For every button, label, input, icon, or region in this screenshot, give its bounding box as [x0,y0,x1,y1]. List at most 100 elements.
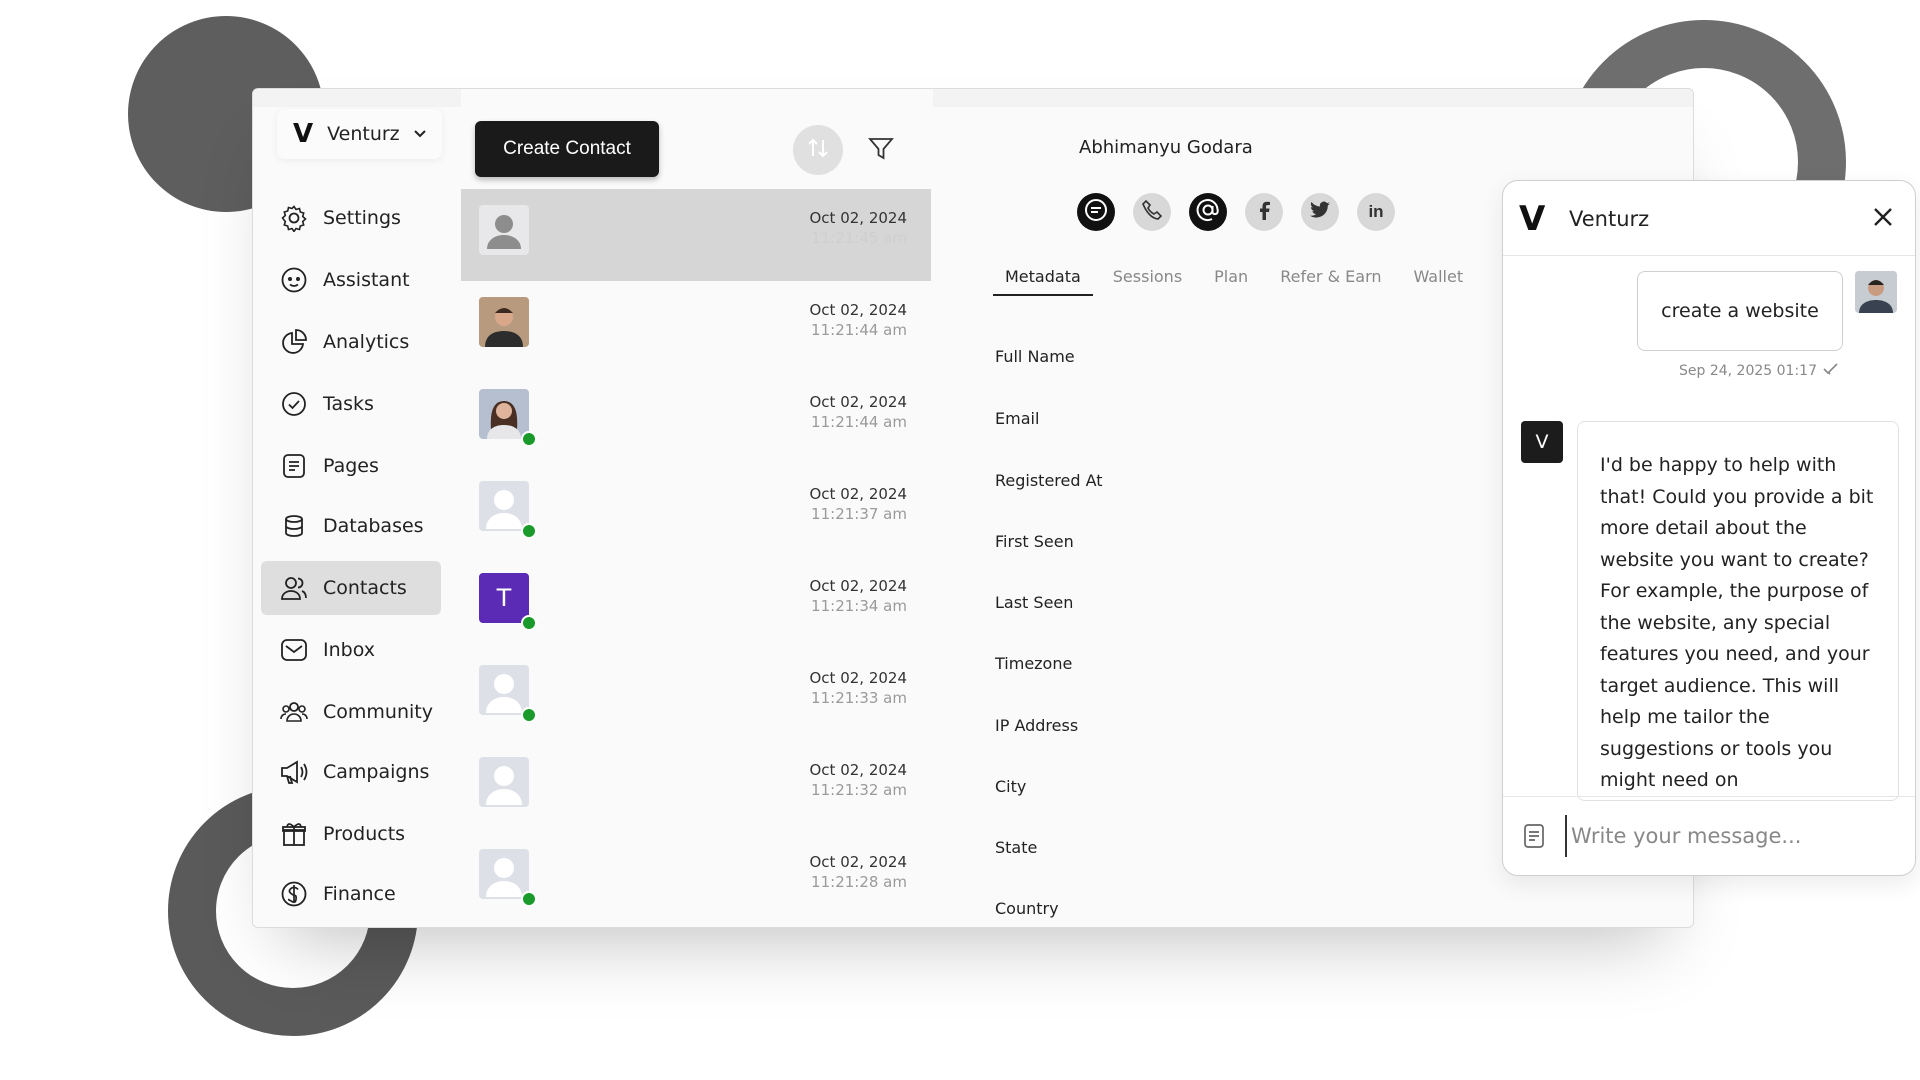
sidebar-item-tasks[interactable]: Tasks [261,377,441,431]
sidebar-item-contacts[interactable]: Contacts [261,561,441,615]
facebook-button[interactable] [1245,193,1283,231]
table-row[interactable]: Oct 02, 2024 11:21:28 am [461,833,931,925]
avatar [479,665,529,715]
sidebar-item-databases[interactable]: Databases [261,499,441,553]
sidebar-item-label: Databases [323,515,424,537]
row-date: Oct 02, 2024 [809,209,908,227]
row-date: Oct 02, 2024 [809,301,908,319]
brand-logo: V [1519,199,1546,239]
table-row[interactable]: Oct 02, 2024 11:21:32 am [461,741,931,833]
field-label: State [995,838,1038,857]
table-row[interactable]: Oct 02, 2024 11:21:44 am [461,373,931,465]
at-sign-icon [1195,197,1221,227]
row-time: 11:21:44 am [811,321,907,339]
row-time: 11:21:37 am [811,505,907,523]
sidebar-item-label: Pages [323,455,379,477]
row-date: Oct 02, 2024 [809,577,908,595]
avatar: T [479,573,529,623]
gear-icon [279,203,309,233]
avatar [479,297,529,347]
avatar [479,481,529,531]
sidebar-item-label: Community [323,701,433,723]
row-time: 11:21:45 am [811,229,907,247]
field-label: Country [995,899,1059,918]
tab-sessions[interactable]: Sessions [1101,259,1194,296]
field-label: IP Address [995,716,1079,735]
community-icon [279,697,309,727]
avatar [479,389,529,439]
sidebar-item-settings[interactable]: Settings [261,191,441,245]
sidebar-item-label: Assistant [323,269,410,291]
sidebar-item-analytics[interactable]: Analytics [261,315,441,369]
user-message: create a website [1637,271,1843,351]
chat-contact-button[interactable] [1077,193,1115,231]
row-date: Oct 02, 2024 [809,485,908,503]
app-window: V Venturz Settings Assistant Analytics T… [252,88,1694,928]
sidebar: V Venturz Settings Assistant Analytics T… [253,89,458,927]
message-timestamp: Sep 24, 2025 01:17 [1679,363,1839,379]
online-status-dot [521,431,537,447]
row-time: 11:21:28 am [811,873,907,891]
attachment-icon[interactable] [1519,821,1549,851]
chat-widget: V Venturz create a website Sep 24, 2025 … [1502,180,1916,876]
inbox-icon [279,635,309,665]
field-label: Last Seen [995,593,1074,612]
workspace-switcher[interactable]: V Venturz [277,109,442,159]
brand-logo: V [293,119,314,149]
avatar [479,849,529,899]
database-icon [279,511,309,541]
call-button[interactable] [1133,193,1171,231]
row-date: Oct 02, 2024 [809,669,908,687]
sidebar-item-label: Campaigns [323,761,430,783]
chat-bubble-icon [1083,197,1109,227]
message-input[interactable] [1565,815,1893,857]
tab-plan[interactable]: Plan [1202,259,1260,296]
twitter-button[interactable] [1301,193,1339,231]
sidebar-item-community[interactable]: Community [261,685,441,739]
table-row[interactable]: Oct 02, 2024 11:21:44 am [461,281,931,373]
table-row[interactable]: T Oct 02, 2024 11:21:34 am [461,557,931,649]
tab-refer-earn[interactable]: Refer & Earn [1268,259,1393,296]
sidebar-item-products[interactable]: Products [261,807,441,861]
gift-box-icon [279,819,309,849]
table-row[interactable]: Oct 02, 2024 11:21:45 am [461,189,931,281]
chat-composer [1503,796,1915,875]
field-label: First Seen [995,532,1074,551]
close-icon[interactable] [1869,203,1897,231]
email-button[interactable] [1189,193,1227,231]
bot-avatar: V [1521,421,1563,463]
sidebar-item-finance[interactable]: Finance [261,867,441,921]
linkedin-button[interactable]: in [1357,193,1395,231]
tab-wallet[interactable]: Wallet [1402,259,1476,296]
field-label: Email [995,409,1040,428]
field-label: Full Name [995,347,1075,366]
message-time: Sep 24, 2025 01:17 [1679,363,1817,379]
online-status-dot [521,523,537,539]
chat-title: Venturz [1569,207,1650,231]
twitter-bird-icon [1310,201,1330,223]
table-row[interactable]: Oct 02, 2024 11:21:33 am [461,649,931,741]
bot-message: I'd be happy to help with that! Could yo… [1577,421,1899,801]
row-date: Oct 02, 2024 [809,393,908,411]
chat-header: V Venturz [1503,181,1915,256]
filter-button[interactable] [861,131,901,171]
sidebar-item-inbox[interactable]: Inbox [261,623,441,677]
sidebar-item-label: Products [323,823,406,845]
field-label: Registered At [995,471,1103,490]
facebook-icon [1256,200,1272,224]
create-contact-button[interactable]: Create Contact [475,121,659,177]
sidebar-item-campaigns[interactable]: Campaigns [261,745,441,799]
megaphone-icon [279,757,309,787]
linkedin-icon: in [1368,202,1384,221]
row-date: Oct 02, 2024 [809,853,908,871]
row-time: 11:21:34 am [811,597,907,615]
tab-metadata[interactable]: Metadata [993,259,1093,296]
row-date: Oct 02, 2024 [809,761,908,779]
row-time: 11:21:32 am [811,781,907,799]
sort-button[interactable] [793,125,843,175]
sidebar-item-assistant[interactable]: Assistant [261,253,441,307]
sidebar-item-pages[interactable]: Pages [261,439,441,493]
sidebar-item-label: Finance [323,883,396,905]
online-status-dot [521,707,537,723]
table-row[interactable]: Oct 02, 2024 11:21:37 am [461,465,931,557]
